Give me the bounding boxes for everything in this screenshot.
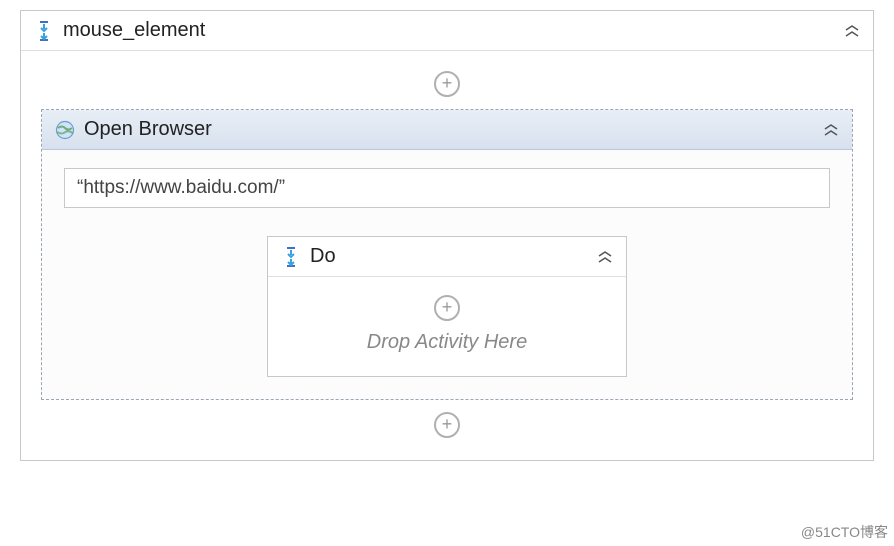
sequence-header[interactable]: mouse_element — [21, 11, 873, 51]
sequence-body: Open Browser — [21, 51, 873, 460]
add-activity-button[interactable] — [434, 295, 460, 321]
sequence-container[interactable]: mouse_element Open Browser — [20, 10, 874, 461]
globe-icon — [54, 119, 76, 141]
add-activity-button[interactable] — [434, 412, 460, 438]
url-input[interactable] — [64, 168, 830, 208]
add-activity-bottom-row — [41, 400, 853, 442]
drop-activity-hint: Drop Activity Here — [280, 331, 614, 354]
do-header[interactable]: Do — [268, 237, 626, 277]
sequence-icon — [33, 20, 55, 42]
sequence-icon — [280, 246, 302, 268]
watermark: @51CTO博客 — [801, 522, 888, 542]
collapse-icon[interactable] — [843, 24, 861, 38]
do-body[interactable]: Drop Activity Here — [268, 277, 626, 376]
add-activity-button[interactable] — [434, 71, 460, 97]
do-container-wrap: Do Drop Activity Here — [64, 236, 830, 377]
sequence-title: mouse_element — [55, 19, 843, 42]
do-container[interactable]: Do Drop Activity Here — [267, 236, 627, 377]
collapse-icon[interactable] — [822, 123, 840, 137]
add-activity-top-row — [41, 67, 853, 109]
collapse-icon[interactable] — [596, 250, 614, 264]
open-browser-body: Do Drop Activity Here — [42, 150, 852, 399]
do-title: Do — [302, 245, 596, 268]
open-browser-title: Open Browser — [76, 118, 822, 141]
open-browser-header[interactable]: Open Browser — [42, 110, 852, 150]
open-browser-activity[interactable]: Open Browser — [41, 109, 853, 400]
